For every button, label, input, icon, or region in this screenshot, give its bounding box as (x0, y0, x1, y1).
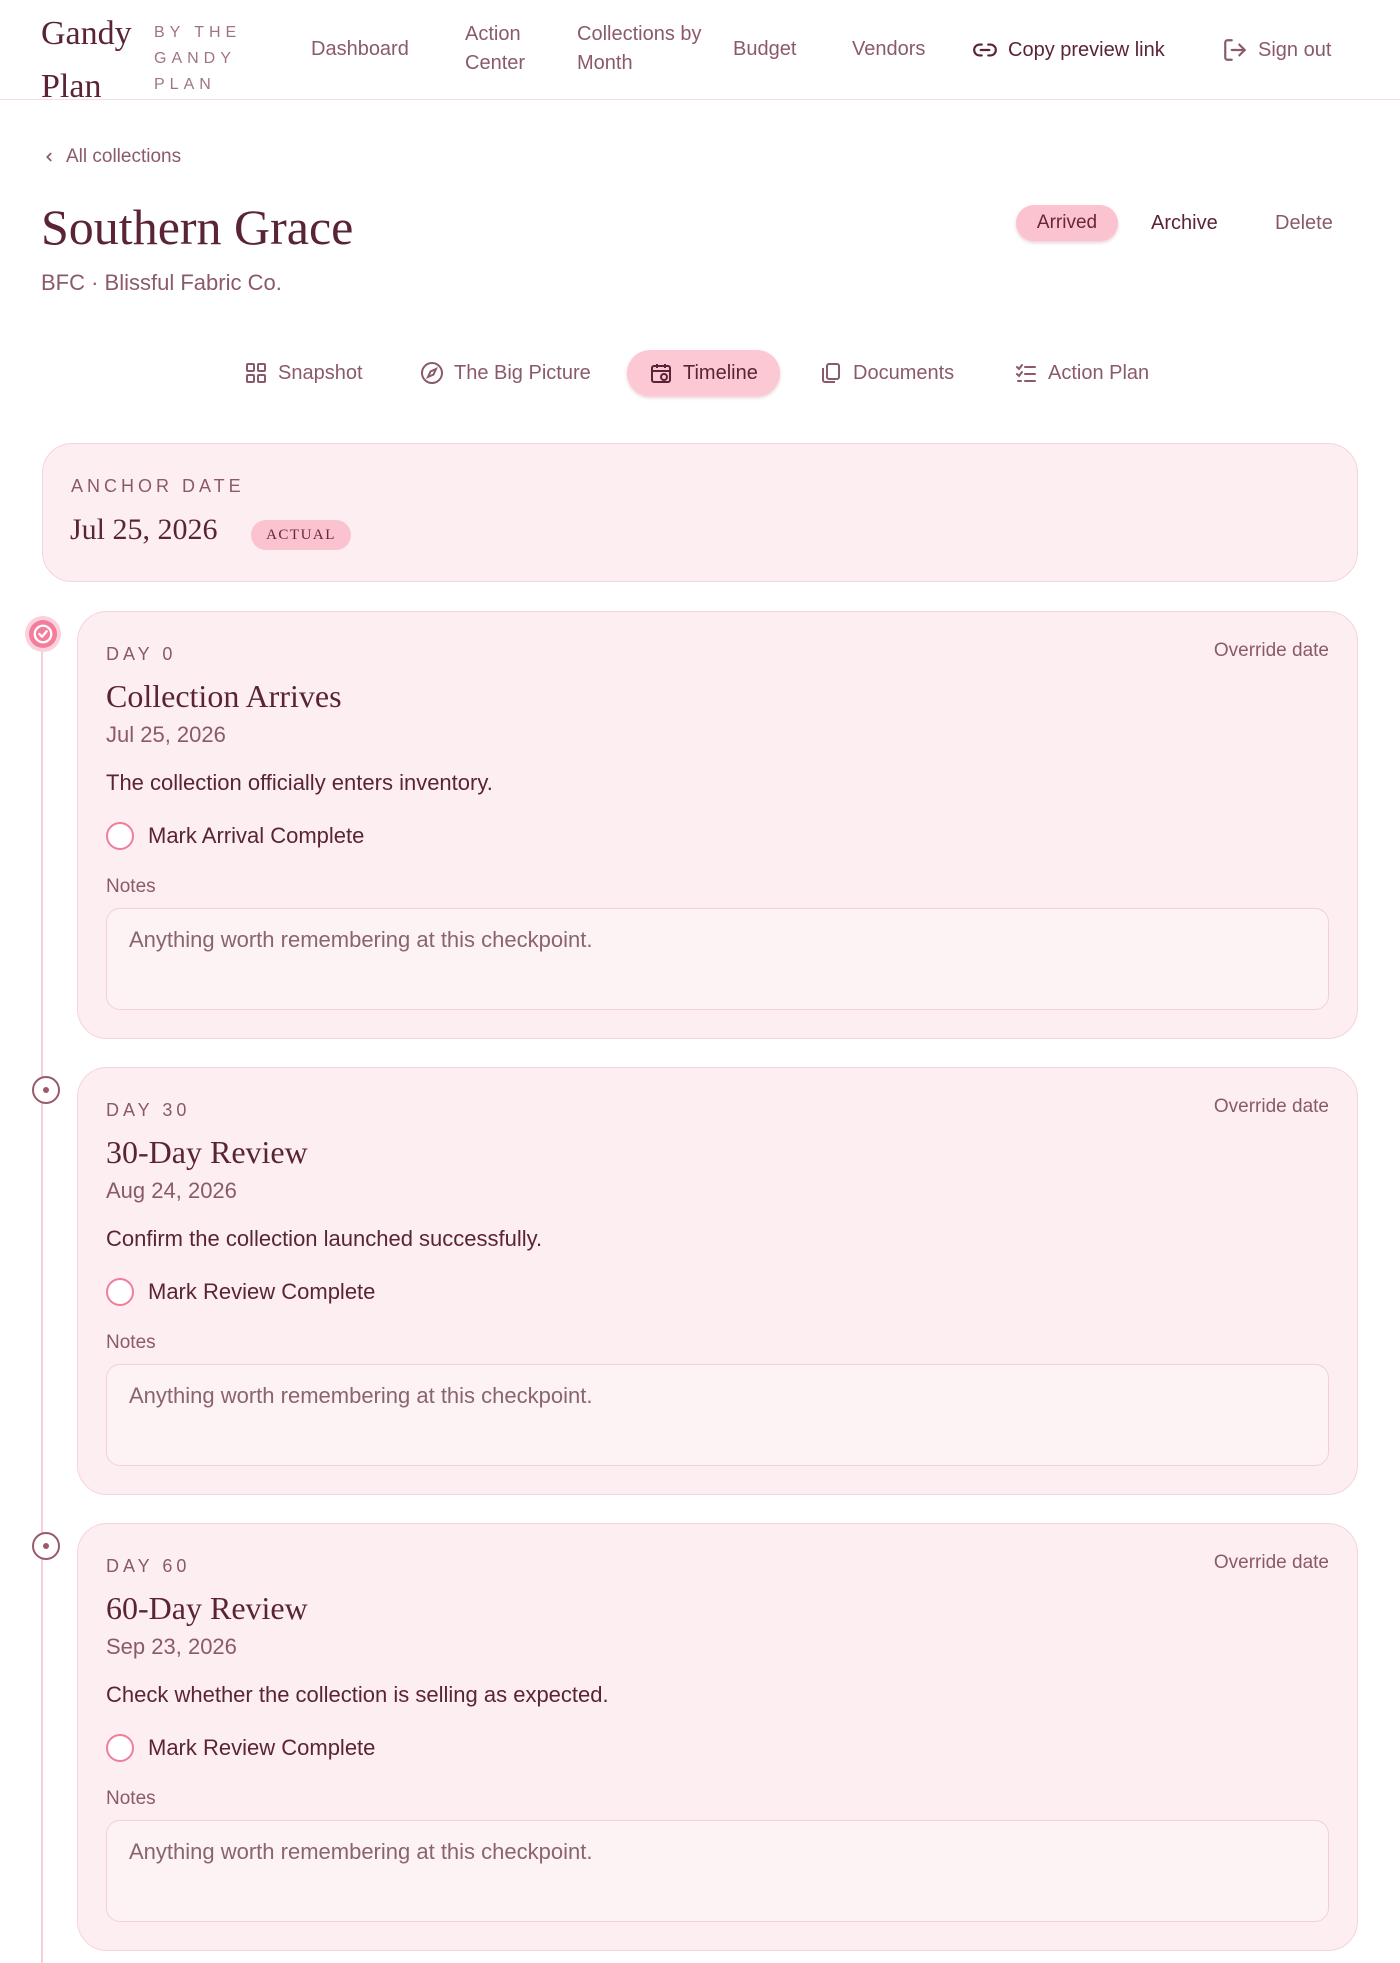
notes-textarea[interactable] (106, 1820, 1329, 1922)
checkpoint-card-day-60: DAY 60 Override date 60-Day Review Sep 2… (77, 1523, 1358, 1951)
status-badge[interactable]: Arrived (1016, 205, 1118, 241)
tab-label: Action Plan (1048, 362, 1150, 384)
breadcrumb-label: All collections (66, 146, 182, 167)
checkpoint-description: The collection officially enters invento… (106, 770, 493, 795)
radio-circle[interactable] (106, 1278, 134, 1306)
mark-complete-toggle[interactable]: Mark Review Complete (106, 1278, 375, 1306)
mark-complete-label: Mark Arrival Complete (148, 823, 365, 848)
logo-tagline-line-3: PLAN (154, 76, 216, 93)
chevron-left-icon (46, 152, 52, 162)
override-date-button[interactable]: Override date (1214, 640, 1329, 662)
checkpoint-card-day-0: DAY 0 Override date Collection Arrives J… (77, 611, 1358, 1039)
checkpoint-day: DAY 30 (106, 1100, 191, 1120)
checklist-icon (1016, 364, 1036, 382)
logo-line-2: Plan (41, 68, 102, 105)
notes-label: Notes (106, 876, 156, 897)
delete-button[interactable]: Delete (1275, 208, 1333, 238)
timeline-node-complete (29, 620, 57, 648)
checkpoint-description: Check whether the collection is selling … (106, 1682, 609, 1707)
grid-icon (246, 363, 266, 383)
mark-complete-label: Mark Review Complete (148, 1735, 376, 1760)
checkpoint-description: Confirm the collection launched successf… (106, 1226, 543, 1251)
radio-circle[interactable] (106, 822, 134, 850)
mark-complete-label: Mark Review Complete (148, 1279, 376, 1304)
documents-icon (822, 363, 840, 383)
checkpoint-day: DAY 60 (106, 1556, 191, 1576)
radio-circle[interactable] (106, 1734, 134, 1762)
nav-budget[interactable]: Budget (733, 35, 796, 64)
check-circle-icon (33, 624, 53, 644)
notes-label: Notes (106, 1788, 156, 1809)
tab-label: The Big Picture (454, 362, 591, 384)
timeline-node-pending (32, 1532, 60, 1560)
anchor-actual-badge: ACTUAL (251, 520, 351, 550)
logo-tagline-line-1: BY THE (154, 24, 242, 41)
tab-label: Documents (853, 362, 955, 384)
checkpoint-title: 30-Day Review (106, 1134, 308, 1170)
anchor-date-value: Jul 25, 2026 (70, 513, 218, 546)
page-title: Southern Grace (41, 199, 354, 255)
top-navigation-bar: Gandy Plan BY THE GANDY PLAN Dashboard A… (0, 0, 1400, 105)
tab-snapshot[interactable]: Snapshot (222, 350, 385, 396)
checkpoint-title: Collection Arrives (106, 678, 342, 714)
tab-the-big-picture[interactable]: The Big Picture (398, 350, 613, 396)
nav-vendors[interactable]: Vendors (852, 35, 925, 64)
logo-tagline-line-2: GANDY (154, 50, 236, 67)
mark-complete-toggle[interactable]: Mark Review Complete (106, 1734, 375, 1762)
logo-line-1: Gandy (41, 15, 132, 52)
tab-label: Snapshot (278, 362, 363, 384)
sign-out-icon (1224, 39, 1246, 61)
checkpoint-date: Jul 25, 2026 (106, 722, 226, 747)
tab-label: Timeline (683, 362, 758, 384)
tab-timeline[interactable]: Timeline (627, 350, 780, 396)
timeline-rail (41, 642, 43, 1963)
breadcrumb-all-collections[interactable]: All collections (42, 146, 181, 168)
notes-textarea[interactable] (106, 1364, 1329, 1466)
link-icon (973, 43, 997, 57)
mark-complete-toggle[interactable]: Mark Arrival Complete (106, 822, 364, 850)
copy-preview-link-button[interactable]: Copy preview link (972, 35, 1165, 65)
checkpoint-date: Aug 24, 2026 (106, 1178, 237, 1203)
nav-action-center[interactable]: Action Center (465, 20, 565, 78)
override-date-button[interactable]: Override date (1214, 1552, 1329, 1574)
checkpoint-title: 60-Day Review (106, 1590, 308, 1626)
logo[interactable]: Gandy Plan (41, 6, 132, 114)
sign-out-label: Sign out (1258, 39, 1332, 61)
checkpoint-card-day-30: DAY 30 Override date 30-Day Review Aug 2… (77, 1067, 1358, 1495)
nav-dashboard[interactable]: Dashboard (311, 35, 409, 64)
checkpoint-day: DAY 0 (106, 644, 177, 664)
archive-button[interactable]: Archive (1151, 208, 1218, 238)
notes-label: Notes (106, 1332, 156, 1353)
checkpoint-date: Sep 23, 2026 (106, 1634, 237, 1659)
tab-action-plan[interactable]: Action Plan (992, 350, 1171, 396)
collection-subtitle: BFC · Blissful Fabric Co. (41, 270, 282, 295)
tab-documents[interactable]: Documents (797, 350, 976, 396)
anchor-date-label: ANCHOR DATE (71, 476, 245, 496)
nav-collections-by-month[interactable]: Collections by Month (577, 20, 707, 78)
compass-icon (421, 362, 443, 384)
copy-preview-link-label: Copy preview link (1008, 39, 1165, 61)
anchor-date-card: ANCHOR DATE Jul 25, 2026 ACTUAL (42, 443, 1358, 582)
logo-tagline: BY THE GANDY PLAN (154, 20, 241, 98)
sign-out-button[interactable]: Sign out (1222, 35, 1331, 65)
timeline-node-pending (32, 1076, 60, 1104)
notes-textarea[interactable] (106, 908, 1329, 1010)
calendar-icon (651, 364, 671, 383)
override-date-button[interactable]: Override date (1214, 1096, 1329, 1118)
